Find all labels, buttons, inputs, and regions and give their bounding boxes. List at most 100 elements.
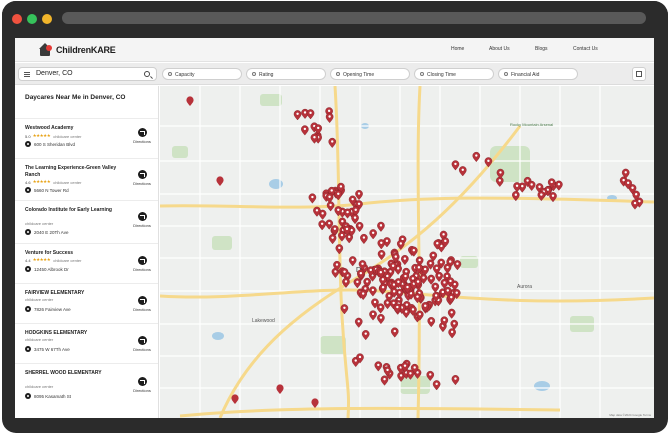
listing-item[interactable]: Colorado Institute for Early Learning ch…: [15, 200, 158, 243]
listing-item[interactable]: HODGKINS ELEMENTARY childcare center 347…: [15, 323, 158, 363]
map-canvas[interactable]: Denver Aurora Lakewood Rocky Mountain Ar…: [160, 86, 654, 418]
directions-button[interactable]: Directions: [129, 170, 155, 186]
map-pin-center: [344, 280, 348, 283]
daycare-map-pin-icon[interactable]: [328, 137, 337, 148]
daycare-map-pin-icon[interactable]: [390, 327, 399, 338]
listing-name[interactable]: FAIRVIEW ELEMENTARY: [25, 290, 121, 297]
listing-name[interactable]: HODGKINS ELEMENTARY: [25, 330, 121, 337]
listing-name[interactable]: SHERREL WOOD ELEMENTARY: [25, 370, 121, 377]
daycare-map-pin-icon[interactable]: [343, 208, 352, 219]
filter-rating[interactable]: Rating: [246, 68, 326, 80]
listing-item[interactable]: Venture for Success 4.4 ★★★★★ childcare …: [15, 243, 158, 283]
search-icon[interactable]: [144, 71, 150, 77]
daycare-map-pin-icon[interactable]: [527, 180, 536, 191]
directions-button[interactable]: Directions: [129, 256, 155, 272]
daycare-map-pin-icon[interactable]: [361, 330, 370, 341]
map-pin-center: [405, 303, 409, 306]
listing-name[interactable]: Westwood Academy: [25, 125, 121, 132]
daycare-map-pin-icon[interactable]: [276, 384, 284, 394]
daycare-map-pin-icon[interactable]: [355, 189, 363, 201]
daycare-map-pin-icon[interactable]: [348, 256, 357, 267]
daycare-map-pin-icon[interactable]: [631, 199, 639, 210]
daycare-map-pin-icon[interactable]: [326, 201, 335, 212]
daycare-map-pin-icon[interactable]: [369, 286, 377, 297]
daycare-map-pin-icon[interactable]: [377, 239, 386, 250]
directions-button[interactable]: Directions: [129, 296, 155, 312]
daycare-map-pin-icon[interactable]: [377, 221, 385, 232]
listing-item[interactable]: FAIRVIEW ELEMENTARY childcare center 782…: [15, 283, 158, 323]
listing-name[interactable]: Colorado Institute for Early Learning: [25, 207, 121, 214]
daycare-map-pin-icon[interactable]: [458, 166, 467, 177]
daycare-map-pin-icon[interactable]: [451, 375, 460, 386]
daycare-map-pin-icon[interactable]: [380, 375, 389, 386]
directions-button[interactable]: Directions: [129, 336, 155, 352]
minimize-window-button[interactable]: [42, 14, 52, 24]
filter-opening-time[interactable]: Opening Time: [330, 68, 410, 80]
daycare-map-pin-icon[interactable]: [360, 233, 368, 245]
daycare-map-pin-icon[interactable]: [186, 96, 194, 106]
daycare-map-pin-icon[interactable]: [369, 229, 377, 240]
brand-logo[interactable]: ChildrenKARE: [39, 43, 116, 57]
daycare-map-pin-icon[interactable]: [231, 394, 239, 404]
daycare-map-pin-icon[interactable]: [293, 110, 302, 121]
filter-financial-aid[interactable]: Financial Aid: [498, 68, 578, 80]
map-pin-center: [343, 270, 346, 273]
nav-contact-link[interactable]: Contact Us: [573, 46, 598, 52]
daycare-map-pin-icon[interactable]: [325, 112, 334, 124]
star-icon: [252, 72, 256, 76]
daycare-map-pin-icon[interactable]: [450, 319, 459, 330]
daycare-map-pin-icon[interactable]: [311, 398, 319, 408]
filter-capacity[interactable]: Capacity: [162, 68, 242, 80]
daycare-map-pin-icon[interactable]: [354, 317, 363, 328]
daycare-map-pin-icon[interactable]: [216, 176, 224, 186]
daycare-map-pin-icon[interactable]: [335, 244, 344, 255]
listing-item[interactable]: Westwood Academy 5.0 ★★★★★ childcare cen…: [15, 118, 158, 158]
nav-blogs-link[interactable]: Blogs: [535, 46, 548, 52]
daycare-map-pin-icon[interactable]: [377, 313, 385, 325]
directions-button[interactable]: Directions: [129, 212, 155, 228]
directions-button[interactable]: Directions: [129, 128, 155, 144]
map-pin-center: [409, 372, 412, 375]
daycare-map-pin-icon[interactable]: [328, 234, 337, 245]
daycare-map-pin-icon[interactable]: [355, 221, 364, 233]
listing-item[interactable]: The Learning Experience-Green Valley Ran…: [15, 158, 158, 200]
daycare-map-pin-icon[interactable]: [334, 190, 343, 201]
daycare-map-pin-icon[interactable]: [376, 303, 385, 314]
map-label-aurora: Aurora: [517, 284, 532, 290]
daycare-map-pin-icon[interactable]: [301, 125, 309, 136]
daycare-map-pin-icon[interactable]: [453, 260, 462, 271]
map-pin-center: [313, 136, 316, 139]
address-bar[interactable]: [62, 12, 646, 24]
daycare-map-pin-icon[interactable]: [555, 180, 563, 191]
daycare-map-pin-icon[interactable]: [472, 151, 481, 163]
daycare-map-pin-icon[interactable]: [451, 160, 460, 171]
daycare-map-pin-icon[interactable]: [443, 263, 452, 274]
menu-icon[interactable]: [24, 72, 30, 77]
maximize-window-button[interactable]: [27, 14, 37, 24]
daycare-map-pin-icon[interactable]: [374, 361, 383, 372]
map-pin-center: [359, 271, 363, 275]
listing-name[interactable]: Venture for Success: [25, 250, 121, 257]
directions-icon: [137, 128, 147, 137]
daycare-map-pin-icon[interactable]: [448, 328, 456, 339]
fullscreen-button[interactable]: [632, 67, 646, 81]
daycare-map-pin-icon[interactable]: [325, 193, 334, 204]
map-pin-center: [450, 330, 454, 334]
map-pin-center: [380, 241, 383, 244]
nav-home-link[interactable]: Home: [451, 46, 464, 52]
daycare-map-pin-icon[interactable]: [306, 109, 315, 120]
daycare-map-pin-icon[interactable]: [308, 193, 317, 204]
location-search-input[interactable]: Denver, CO: [18, 67, 157, 81]
daycare-map-pin-icon[interactable]: [369, 310, 377, 321]
daycare-map-pin-icon[interactable]: [427, 317, 436, 328]
daycare-map-pin-icon[interactable]: [447, 308, 456, 319]
listing-item[interactable]: SHERREL WOOD ELEMENTARY childcare center…: [15, 363, 158, 418]
filter-closing-time[interactable]: Closing Time: [414, 68, 494, 80]
results-map[interactable]: Denver Aurora Lakewood Rocky Mountain Ar…: [160, 86, 654, 418]
nav-about-link[interactable]: About Us: [489, 46, 510, 52]
daycare-map-pin-icon[interactable]: [495, 176, 504, 187]
listing-name[interactable]: The Learning Experience-Green Valley Ran…: [25, 165, 121, 178]
directions-button[interactable]: Directions: [129, 377, 155, 393]
daycare-map-pin-icon[interactable]: [401, 254, 409, 266]
close-window-button[interactable]: [12, 14, 22, 24]
